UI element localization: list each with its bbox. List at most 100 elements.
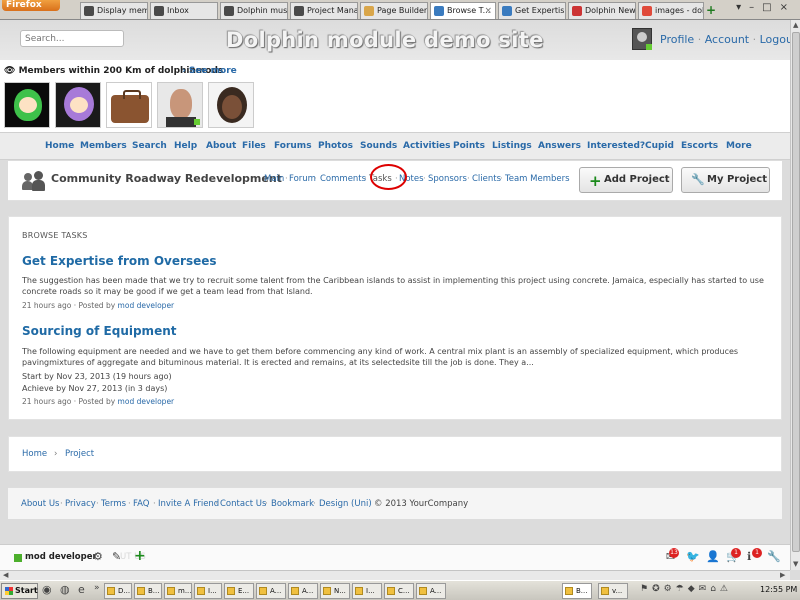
toolbar-username[interactable]: mod developer <box>25 552 97 562</box>
taskbar-app-10[interactable]: C... <box>384 583 414 599</box>
breadcrumb-project[interactable]: Project <box>65 449 94 459</box>
member-avatar-3[interactable] <box>106 82 152 128</box>
task-title-link[interactable]: Get Expertise from Oversees <box>22 254 217 268</box>
nav-members[interactable]: Members <box>80 141 127 151</box>
nav-escorts[interactable]: Escorts <box>681 141 718 151</box>
taskbar-app-13[interactable]: v... <box>598 583 628 599</box>
taskbar-app-1[interactable]: D... <box>104 583 132 599</box>
footer-privacy[interactable]: Privacy <box>65 499 96 509</box>
taskbar-app-7[interactable]: A... <box>288 583 318 599</box>
chrome-icon[interactable]: ◉ <box>42 583 52 596</box>
member-avatar-4[interactable] <box>157 82 203 128</box>
breadcrumb-home[interactable]: Home <box>22 449 47 459</box>
taskbar-app-12[interactable]: B... <box>562 583 592 599</box>
browser-tab-4[interactable]: Project Mana... <box>290 2 358 19</box>
expand-icon[interactable]: » <box>94 583 100 593</box>
taskbar-app-6[interactable]: A... <box>256 583 286 599</box>
see-more-link[interactable]: › See more <box>182 66 237 76</box>
nav-files[interactable]: Files <box>242 141 266 151</box>
scroll-up-icon[interactable]: ▲ <box>793 21 798 29</box>
browser-tab-2[interactable]: Inbox <box>150 2 218 19</box>
taskbar-app-5[interactable]: E... <box>224 583 254 599</box>
footer-invite-friend[interactable]: Invite A Friend <box>158 499 219 509</box>
wrench-icon[interactable]: 🔧 <box>767 550 781 563</box>
add-icon[interactable]: + <box>134 548 146 564</box>
browser-tab-7[interactable]: Get Expertis... <box>498 2 566 19</box>
taskbar-app-11[interactable]: A... <box>416 583 446 599</box>
scroll-thumb[interactable] <box>792 32 800 552</box>
task-title-link[interactable]: Sourcing of Equipment <box>22 324 176 338</box>
close-tab-icon[interactable]: × <box>484 3 492 19</box>
vertical-scrollbar[interactable]: ▲ ▼ <box>790 20 800 570</box>
subnav-forum[interactable]: Forum <box>289 174 316 184</box>
footer-contact-us[interactable]: Contact Us <box>220 499 266 509</box>
subnav-sponsors[interactable]: Sponsors <box>428 174 467 184</box>
nav-help[interactable]: Help <box>174 141 197 151</box>
nav-interested[interactable]: Interested? <box>587 141 645 151</box>
member-avatar-2[interactable] <box>55 82 101 128</box>
firefox-icon[interactable]: ◍ <box>60 583 70 596</box>
notification-badge: 1 <box>752 548 762 558</box>
author-link[interactable]: mod developer <box>118 397 175 406</box>
user-avatar[interactable] <box>632 28 652 50</box>
browser-tab-9[interactable]: images - dolp... <box>638 2 704 19</box>
footer-terms[interactable]: Terms <box>101 499 126 509</box>
footer-bookmark[interactable]: Bookmark <box>271 499 314 509</box>
new-tab-icon[interactable]: + <box>706 3 716 17</box>
browser-tab-1[interactable]: Display mem... <box>80 2 148 19</box>
taskbar-app-4[interactable]: I... <box>194 583 222 599</box>
member-avatar-1[interactable] <box>4 82 50 128</box>
scroll-down-icon[interactable]: ▼ <box>793 560 798 568</box>
browser-tab-5[interactable]: Page Builder <box>360 2 428 19</box>
twitter-icon[interactable]: 🐦 <box>686 550 700 563</box>
taskbar-app-8[interactable]: N... <box>320 583 350 599</box>
nav-about[interactable]: About <box>206 141 236 151</box>
system-tray-icons[interactable]: ⚑✪⚙☂◆✉⌂⚠ <box>640 584 732 594</box>
author-link[interactable]: mod developer <box>118 301 175 310</box>
nav-home[interactable]: Home <box>45 141 74 151</box>
profile-link[interactable]: Profile <box>660 33 694 46</box>
start-button[interactable]: Start <box>1 583 38 599</box>
nav-answers[interactable]: Answers <box>538 141 581 151</box>
scroll-right-icon[interactable]: ▶ <box>780 571 785 579</box>
footer-about-us[interactable]: About Us <box>21 499 59 509</box>
user-icon[interactable]: 👤 <box>706 550 720 563</box>
taskbar-app-3[interactable]: m... <box>164 583 192 599</box>
footer-separator: · <box>265 499 268 509</box>
nav-points[interactable]: Points <box>453 141 485 151</box>
info-icon[interactable]: ℹ <box>747 550 751 563</box>
subnav-separator: · <box>285 174 288 184</box>
nav-photos[interactable]: Photos <box>318 141 353 151</box>
window-controls-icon[interactable]: ▾–□× <box>736 2 796 13</box>
browser-tab-3[interactable]: Dolphin must ... <box>220 2 288 19</box>
browser-tab-8[interactable]: Dolphin News... <box>568 2 636 19</box>
footer-design-uni[interactable]: Design (Uni) <box>319 499 372 509</box>
nav-sounds[interactable]: Sounds <box>360 141 397 151</box>
subnav-clients[interactable]: Clients <box>472 174 501 184</box>
add-project-button[interactable]: + Add Project <box>579 167 673 193</box>
footer-faq[interactable]: FAQ <box>133 499 149 509</box>
my-project-button[interactable]: 🔧 My Project <box>681 167 770 193</box>
taskbar-app-2[interactable]: B... <box>134 583 162 599</box>
member-avatar-5[interactable] <box>208 82 254 128</box>
horizontal-scrollbar[interactable]: ◀ ▶ <box>0 570 790 580</box>
nav-cupid[interactable]: Cupid <box>645 141 674 151</box>
nav-more[interactable]: More <box>726 141 752 151</box>
nav-listings[interactable]: Listings <box>492 141 532 151</box>
nav-search[interactable]: Search <box>132 141 167 151</box>
edit-icon[interactable]: ✎ <box>112 550 121 563</box>
nav-activities[interactable]: Activities <box>403 141 451 151</box>
windows-logo-icon <box>5 587 13 595</box>
firefox-menu-button[interactable]: Firefox <box>2 0 60 11</box>
subnav-main[interactable]: Main <box>264 174 284 184</box>
gear-icon[interactable]: ⚙ <box>93 550 103 563</box>
taskbar-app-9[interactable]: I... <box>352 583 382 599</box>
account-link[interactable]: Account <box>705 33 749 46</box>
subnav-comments[interactable]: Comments <box>320 174 366 184</box>
search-input[interactable] <box>20 30 124 47</box>
nav-forums[interactable]: Forums <box>274 141 312 151</box>
scroll-left-icon[interactable]: ◀ <box>3 571 8 579</box>
browser-tab-active[interactable]: Browse T... × <box>430 2 496 19</box>
ie-icon[interactable]: e <box>78 583 85 596</box>
subnav-team-members[interactable]: Team Members <box>505 174 570 184</box>
